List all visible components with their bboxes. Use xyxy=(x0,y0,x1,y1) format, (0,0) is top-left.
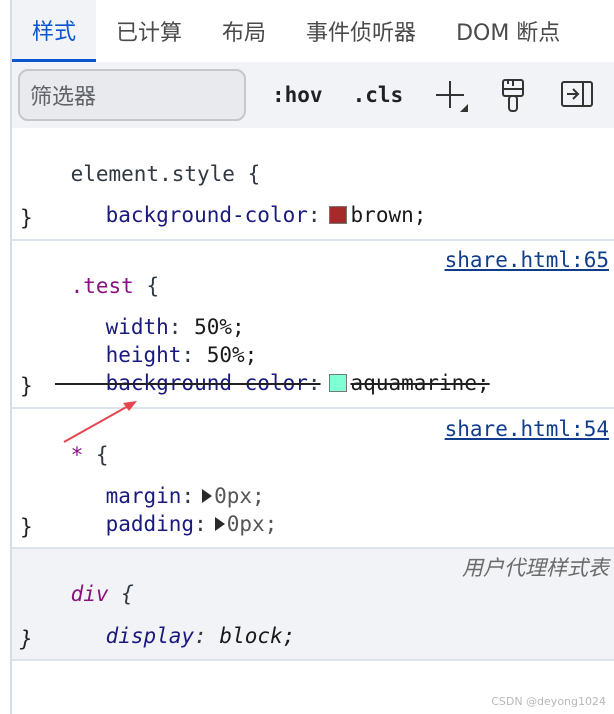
colon: : xyxy=(307,371,321,395)
source-link[interactable]: share.html:65 xyxy=(445,247,609,273)
property-name[interactable]: background-color xyxy=(106,371,308,395)
close-brace: } xyxy=(20,206,33,230)
declaration-display: display: block; xyxy=(55,597,296,675)
tab-computed[interactable]: 已计算 xyxy=(96,0,202,62)
property-value[interactable]: brown; xyxy=(351,203,427,227)
colon: : xyxy=(194,624,207,648)
close-brace: } xyxy=(20,515,33,539)
close-brace: } xyxy=(20,374,33,398)
expand-triangle-icon[interactable] xyxy=(214,517,225,531)
tab-dom-breakpoints[interactable]: DOM 断点 xyxy=(436,0,580,62)
paint-brush-icon[interactable] xyxy=(498,78,528,114)
property-name[interactable]: padding xyxy=(106,512,195,536)
rule-element-style: element.style { background-color: brown; … xyxy=(12,128,614,241)
color-swatch-aquamarine[interactable] xyxy=(328,374,347,392)
user-agent-stylesheet-label: 用户代理样式表 xyxy=(462,556,609,580)
color-swatch-brown[interactable] xyxy=(328,206,347,224)
annotation-arrow-icon xyxy=(63,401,137,443)
toggle-sidebar-icon[interactable] xyxy=(560,78,594,110)
property-value: block; xyxy=(219,624,296,648)
close-brace: } xyxy=(20,627,33,651)
tab-layout[interactable]: 布局 xyxy=(202,0,286,62)
class-toggle-button[interactable]: .cls xyxy=(353,83,404,107)
rule-div-user-agent: div { 用户代理样式表 display: block; } xyxy=(12,549,614,661)
hover-state-button[interactable]: :hov xyxy=(272,83,323,107)
filter-input[interactable]: 筛选器 xyxy=(18,69,246,121)
property-value[interactable]: 0px; xyxy=(227,512,278,536)
tab-event-listeners[interactable]: 事件侦听器 xyxy=(286,0,436,62)
tab-bar: 样式 已计算 布局 事件侦听器 DOM 断点 xyxy=(12,0,614,62)
tab-styles[interactable]: 样式 xyxy=(12,0,97,62)
colon: : xyxy=(307,203,321,227)
watermark: CSDN @deyong1024 xyxy=(491,695,606,708)
source-link[interactable]: share.html:54 xyxy=(445,416,609,442)
property-name: display xyxy=(105,624,195,648)
property-value[interactable]: aquamarine; xyxy=(351,371,490,395)
styles-toolbar: 筛选器 :hov .cls xyxy=(12,62,614,128)
colon: : xyxy=(194,512,207,536)
rule-test-class: .test { share.html:65 width: 50%; height… xyxy=(12,241,614,409)
new-style-rule-icon[interactable] xyxy=(434,78,470,114)
property-name[interactable]: background-color xyxy=(106,203,308,227)
